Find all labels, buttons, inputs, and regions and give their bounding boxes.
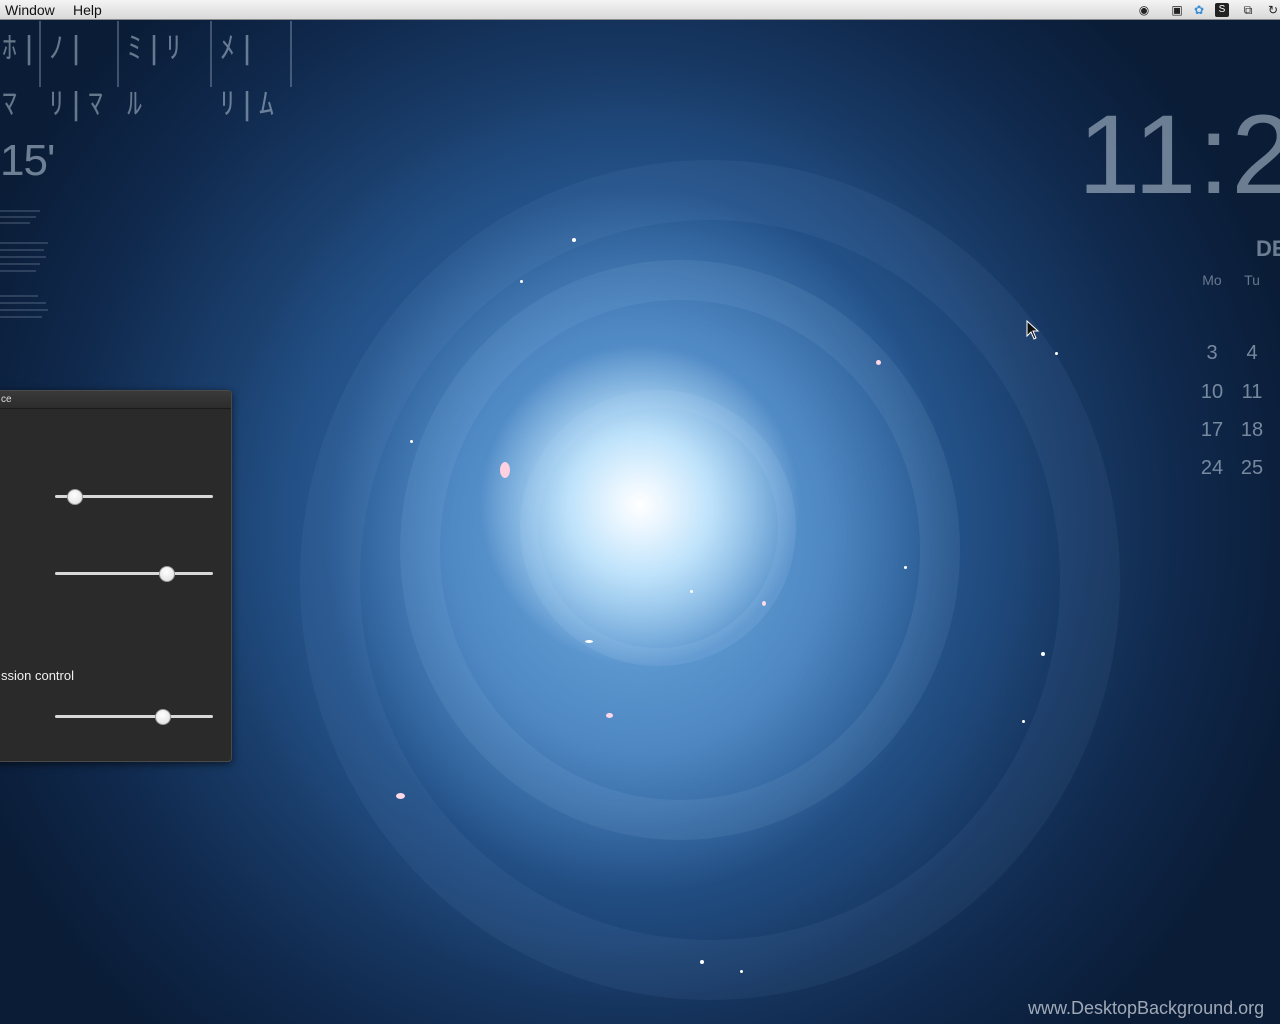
star (876, 360, 881, 365)
faint-text-line (0, 256, 46, 258)
star (520, 280, 523, 283)
calendar-day: 18 (1240, 419, 1264, 441)
slider-2[interactable] (55, 566, 213, 582)
faint-text-line (0, 309, 48, 311)
faint-text-line (0, 222, 30, 224)
star (606, 713, 613, 718)
faint-text-line (0, 210, 40, 212)
menu-help[interactable]: Help (73, 2, 102, 18)
panel-title: ce (1, 394, 12, 405)
star (690, 590, 693, 593)
faint-text-line (0, 302, 46, 304)
star (762, 601, 766, 606)
glyph-block: ﾐ|ﾘ ﾙ (119, 21, 212, 122)
slider-track[interactable] (55, 715, 213, 718)
calendar-day: 17 (1200, 419, 1224, 441)
star (410, 440, 413, 443)
slider-knob[interactable] (66, 489, 83, 505)
star (1022, 720, 1025, 723)
cloud-sync-icon[interactable]: ✿ (1192, 3, 1206, 17)
slider-3[interactable] (55, 709, 213, 725)
slider-knob[interactable] (155, 709, 172, 725)
glyph-block: ﾎ|ﾏ (0, 21, 41, 122)
slider-knob[interactable] (158, 566, 175, 582)
faint-text-line (0, 316, 42, 318)
calendar-weekday: Mo (1202, 272, 1222, 288)
calendar-day: 25 (1240, 457, 1264, 479)
clock-time: 11:2 (1078, 92, 1280, 217)
calendar-day: 3 (1206, 342, 1218, 364)
faint-text-line (0, 270, 36, 272)
galaxy-swirl (300, 160, 1120, 1000)
record-icon[interactable]: ◉ (1137, 3, 1151, 17)
star (904, 566, 907, 569)
star (740, 970, 743, 973)
faint-text-line (0, 295, 38, 297)
faint-text-line (0, 249, 44, 251)
mouse-cursor-icon (1026, 320, 1040, 340)
mission-control-label: ssion control (1, 668, 74, 683)
star (1055, 352, 1058, 355)
faint-text-line (0, 263, 40, 265)
panel-titlebar[interactable]: ce (0, 391, 231, 409)
slider-track[interactable] (55, 572, 213, 575)
calendar-weekday: Tu (1244, 272, 1260, 288)
slider-1[interactable] (55, 489, 213, 505)
star (500, 462, 510, 478)
menu-bar: Window Help ◉ ▣ ✿ S ⧉ ↻ (0, 0, 1280, 20)
faint-text-line (0, 242, 48, 244)
calendar-day: 11 (1241, 381, 1263, 403)
faint-text-line (0, 216, 36, 218)
menu-window[interactable]: Window (5, 2, 55, 18)
time-machine-icon[interactable]: ↻ (1266, 3, 1280, 17)
star (700, 960, 704, 964)
star (396, 793, 405, 799)
star (572, 238, 576, 242)
temperature-readout: 15' (0, 136, 55, 185)
watermark-text: www.DesktopBackground.org (1028, 998, 1265, 1018)
calendar-day: 24 (1200, 457, 1224, 479)
screens-icon[interactable]: ⧉ (1241, 3, 1255, 17)
calendar-month: DE (1256, 236, 1280, 261)
star (1041, 652, 1045, 656)
star (585, 640, 593, 643)
preferences-panel: ce ssion control (0, 390, 232, 762)
s-badge-icon[interactable]: S (1215, 3, 1229, 17)
glyph-widget: ﾎ|ﾏ ﾉ|ﾘ|ﾏ ﾐ|ﾘ ﾙ ﾒ|ﾘ|ﾑ (0, 21, 300, 122)
glyph-block: ﾒ|ﾘ|ﾑ (212, 21, 292, 122)
glyph-block: ﾉ|ﾘ|ﾏ (41, 21, 119, 122)
calendar-day: 10 (1200, 381, 1224, 403)
camera-icon[interactable]: ▣ (1168, 3, 1186, 17)
calendar-day: 4 (1246, 342, 1258, 364)
